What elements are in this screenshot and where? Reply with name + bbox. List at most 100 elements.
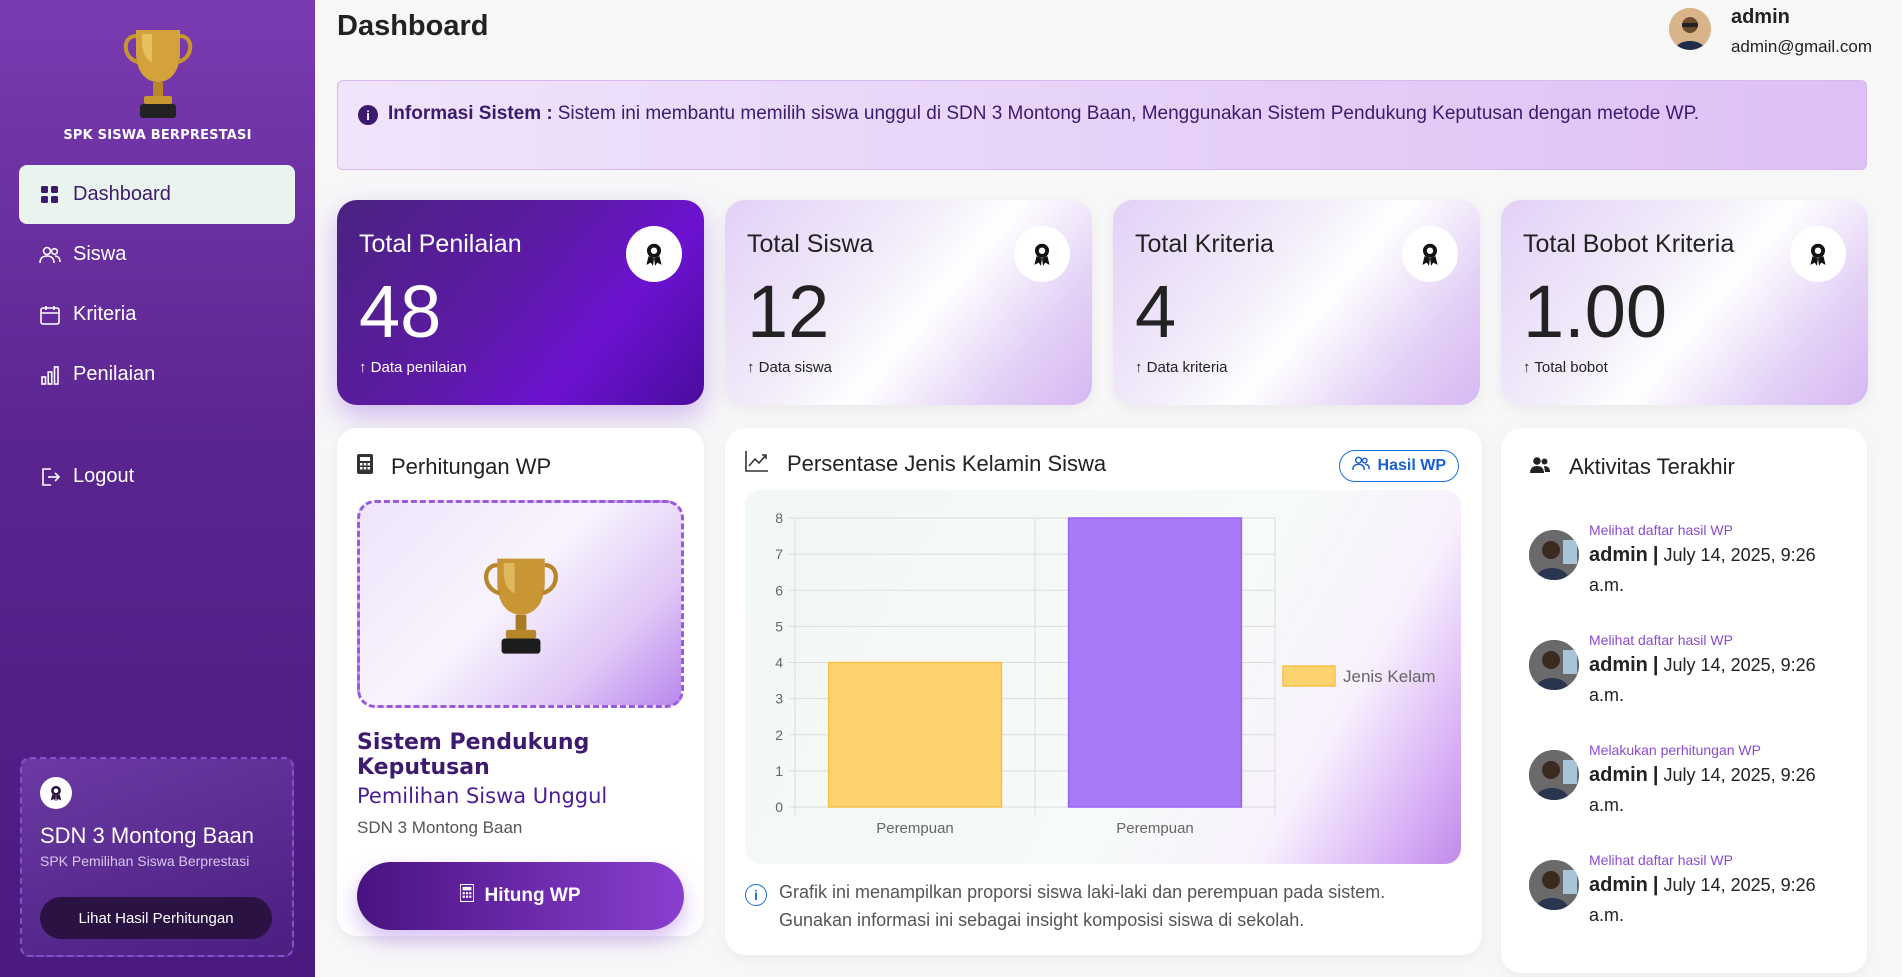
chart-note-text: Grafik ini menampilkan proporsi siswa la… [779,882,1386,930]
stat-note: ↑ Total bobot [1523,359,1608,376]
stat-value: 12 [747,270,830,353]
school-name-prefix: SDN 3 [40,823,105,848]
wp-subheading: Pemilihan Siswa Unggul [357,784,608,808]
wp-card-header: Perhitungan WP [357,454,684,480]
activity-user: admin [1589,764,1648,786]
award-icon [1014,226,1070,282]
bar [1067,517,1243,808]
stat-card-total-penilaian: Total Penilaian 48 ↑ Data penilaian [337,200,704,405]
activity-content: Melihat daftar hasil WP admin | July 14,… [1589,852,1839,942]
activity-separator: | [1652,874,1659,896]
trophy-icon [483,558,558,654]
sidebar-item-label: Kriteria [73,303,137,325]
y-tick-label: 8 [775,510,783,526]
y-tick-label: 0 [775,799,783,815]
stat-note: ↑ Data siswa [747,359,833,376]
activity-content: Melihat daftar hasil WP admin | July 14,… [1589,522,1839,612]
chart-area: 0 1 2 3 4 5 6 7 8 Perempuan Perempuan Jenis Kelam [745,490,1461,864]
award-icon [40,777,72,809]
stat-value: 48 [359,270,442,353]
brand: SPK SISWA BERPRESTASI [0,22,315,143]
activity-action: Melakukan perhitungan WP [1589,742,1761,758]
x-tick-label: Perempuan [1116,820,1194,837]
info-banner: i Informasi Sistem : Sistem ini membantu … [337,80,1867,170]
activity-separator: | [1652,764,1659,786]
users-icon [39,244,61,266]
wp-heading: Sistem Pendukung Keputusan [357,730,590,780]
chart-title: Persentase Jenis Kelamin Siswa [787,451,1107,476]
hasil-wp-button[interactable]: Hasil WP [1338,450,1459,482]
user-info: admin admin@gmail.com [1731,6,1872,57]
y-tick-label: 2 [775,727,783,743]
info-text: Informasi Sistem : Sistem ini membantu me… [388,103,1699,125]
view-results-button[interactable]: Lihat Hasil Perhitungan [40,897,272,939]
legend-label: Jenis Kelam [1343,667,1436,686]
chart-card: Persentase Jenis Kelamin Siswa Hasil WP … [725,428,1482,955]
stat-note: ↑ Data kriteria [1135,359,1228,376]
hitung-wp-label: Hitung WP [484,885,581,906]
info-icon: i [745,884,767,906]
activity-user: admin [1589,654,1648,676]
sidebar-item-label: Dashboard [73,183,171,205]
activity-list: Melihat daftar hasil WP admin | July 14,… [1529,522,1839,942]
stat-card-total-kriteria: Total Kriteria 4 ↑ Data kriteria [1113,200,1480,405]
award-icon [1402,226,1458,282]
y-tick-label: 3 [775,691,783,707]
stat-card-total-bobot: Total Bobot Kriteria 1.00 ↑ Total bobot [1501,200,1868,405]
hasil-wp-label: Hasil WP [1377,457,1446,474]
sidebar-nav: Dashboard Siswa Kriteria Penilaian [19,165,295,405]
sidebar-item-label: Penilaian [73,363,156,385]
activity-action: Melihat daftar hasil WP [1589,522,1733,538]
activity-card: Aktivitas Terakhir Melihat daftar hasil … [1501,428,1867,973]
x-tick-label: Perempuan [876,820,954,837]
calendar-icon [39,304,61,326]
users-icon [1529,454,1551,480]
y-tick-label: 6 [775,582,783,598]
stat-value: 4 [1135,270,1177,353]
logout-icon [39,466,61,488]
logout-button[interactable]: Logout [19,447,295,506]
user-profile[interactable]: admin admin@gmail.com [1668,6,1872,57]
sidebar-item-dashboard[interactable]: Dashboard [19,165,295,224]
sidebar: SPK SISWA BERPRESTASI Dashboard Siswa Kr… [0,0,315,977]
list-item: Melihat daftar hasil WP admin | July 14,… [1529,852,1839,942]
award-icon [626,226,682,282]
trophy-image [357,500,684,708]
activity-user: admin [1589,874,1648,896]
user-name: admin [1730,6,1790,28]
bar-chart-icon [39,364,61,386]
wp-card-title: Perhitungan WP [391,454,552,479]
award-icon [1790,226,1846,282]
users-icon [1351,456,1370,476]
avatar [1529,860,1579,910]
activity-line: admin | July 14, 2025, 9:26 a.m. [1589,870,1839,930]
activity-user: admin [1589,544,1648,566]
activity-content: Melihat daftar hasil WP admin | July 14,… [1589,632,1839,722]
grid-icon [39,184,61,206]
hitung-wp-button[interactable]: Hitung WP [357,862,684,930]
stat-note: ↑ Data penilaian [359,359,467,376]
info-icon: i [358,105,378,125]
wp-card: Perhitungan WP Sistem Pendukung Keputusa… [337,428,704,936]
sidebar-item-siswa[interactable]: Siswa [19,225,295,284]
stat-value: 1.00 [1523,270,1668,353]
main-content: Dashboard admin admin@gmail.com i Inform… [315,0,1902,977]
info-label: Informasi Sistem : [388,103,553,124]
trophy-logo [123,30,192,118]
school-name: SDN 3 Montong Baan [40,823,274,849]
y-tick-label: 1 [775,763,783,779]
calculator-icon [459,883,476,908]
info-message: Sistem ini membantu memilih siswa unggul… [557,103,1700,124]
activity-line: admin | July 14, 2025, 9:26 a.m. [1589,760,1839,820]
activity-action: Melihat daftar hasil WP [1589,632,1733,648]
legend-swatch [1282,665,1336,687]
activity-title: Aktivitas Terakhir [1569,454,1735,479]
activity-separator: | [1652,654,1659,676]
logout-label: Logout [73,465,135,487]
avatar [1529,530,1579,580]
list-item: Melakukan perhitungan WP admin | July 14… [1529,742,1839,832]
user-email: admin@gmail.com [1730,37,1872,56]
sidebar-item-penilaian[interactable]: Penilaian [19,345,295,404]
sidebar-item-kriteria[interactable]: Kriteria [19,285,295,344]
y-tick-label: 4 [775,655,783,671]
